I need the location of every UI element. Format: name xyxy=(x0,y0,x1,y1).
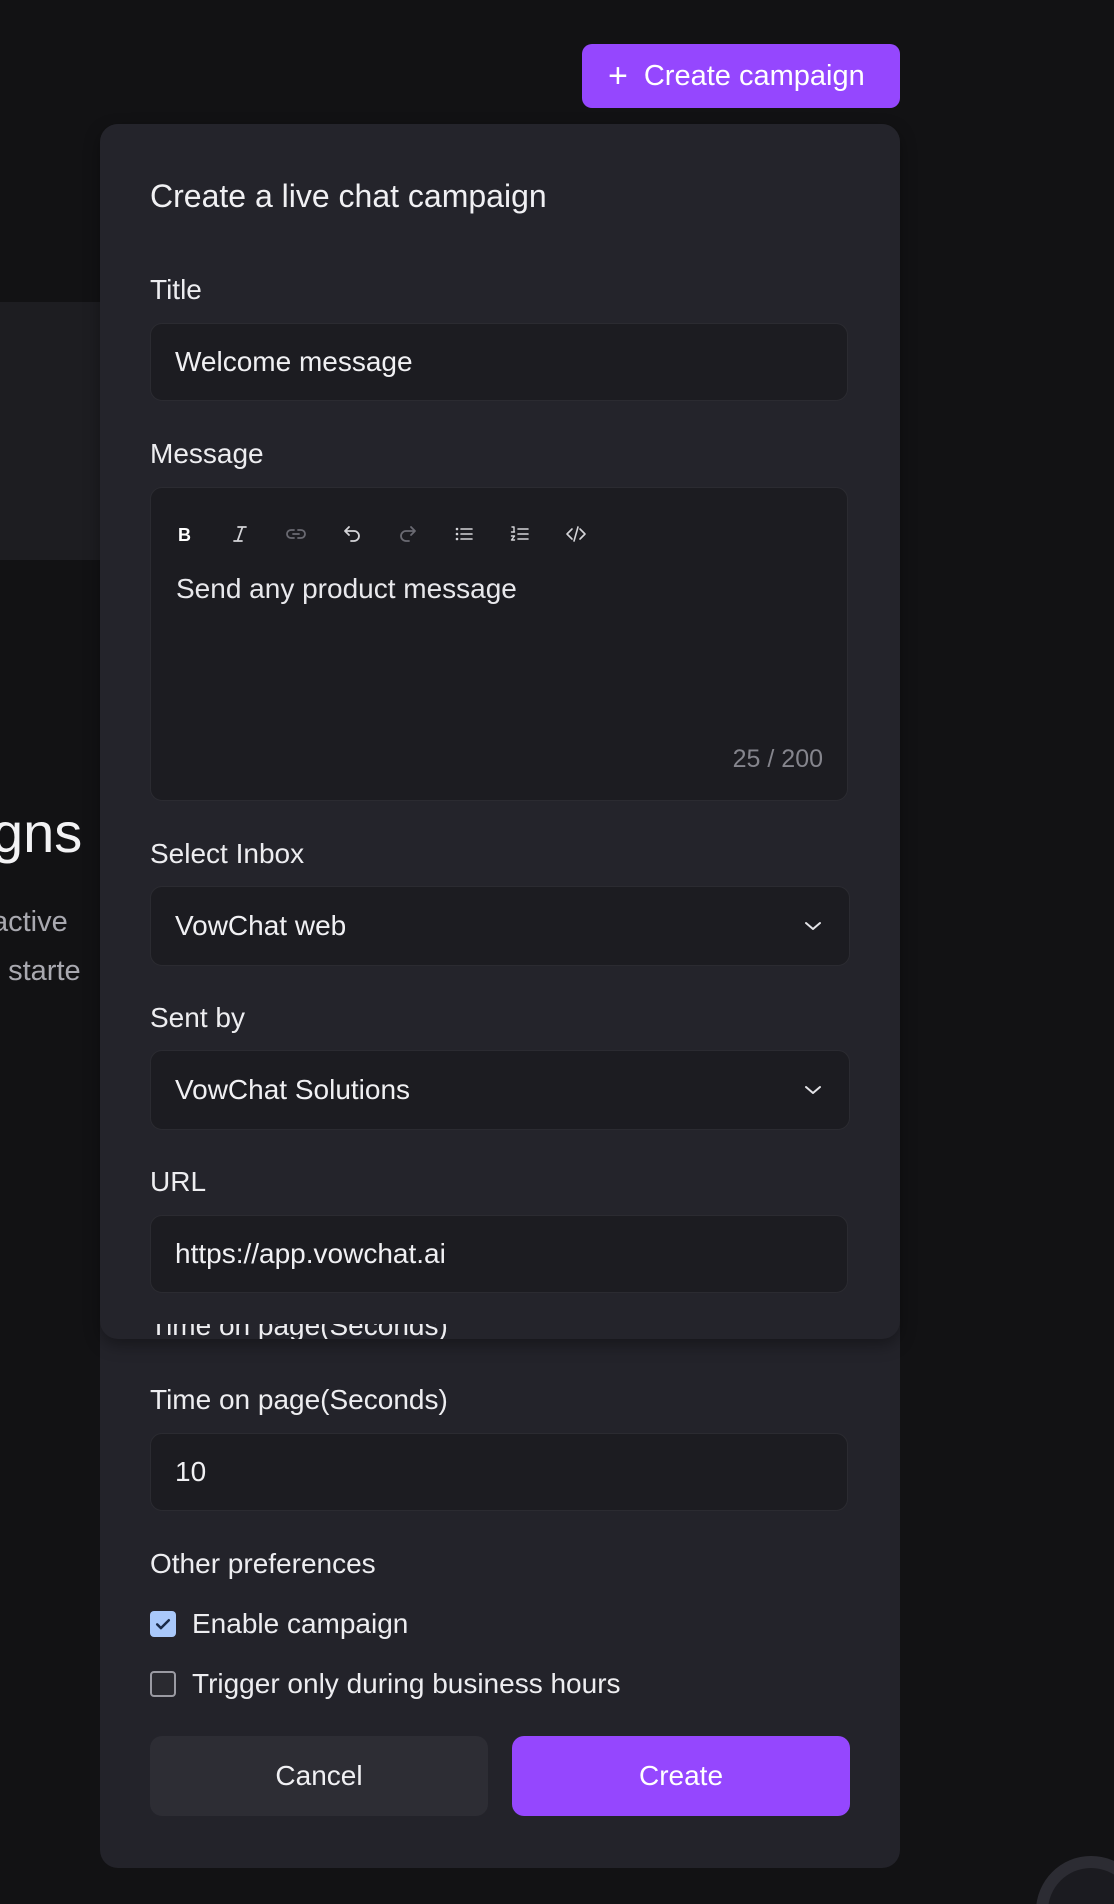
background-panel xyxy=(0,302,100,560)
italic-icon[interactable] xyxy=(226,520,254,548)
message-text: Send any product message xyxy=(176,573,517,604)
title-input[interactable]: Welcome message xyxy=(150,323,848,401)
chat-widget-icon xyxy=(1048,1868,1114,1904)
inbox-select-value: VowChat web xyxy=(175,910,347,941)
other-preferences-label: Other preferences xyxy=(150,1548,376,1579)
time-on-page-label-clipped: Time on page(Seconds) xyxy=(150,1324,448,1339)
ordered-list-icon[interactable] xyxy=(506,520,534,548)
code-icon[interactable] xyxy=(562,520,590,548)
enable-campaign-checkbox[interactable] xyxy=(150,1611,176,1637)
chat-widget-button[interactable] xyxy=(1036,1856,1114,1904)
business-hours-label[interactable]: Trigger only during business hours xyxy=(192,1668,621,1700)
bullet-list-icon[interactable] xyxy=(450,520,478,548)
url-label: URL xyxy=(150,1166,207,1197)
background-description-line: active xyxy=(0,906,68,938)
create-campaign-label: Create campaign xyxy=(643,59,865,92)
create-button[interactable]: Create xyxy=(512,1736,850,1816)
time-on-page-input[interactable]: 10 xyxy=(150,1433,848,1511)
title-label: Title xyxy=(150,274,202,305)
inbox-label: Select Inbox xyxy=(150,838,305,869)
chevron-down-icon xyxy=(805,1086,821,1094)
inbox-select[interactable]: VowChat web xyxy=(150,886,850,966)
chevron-down-icon xyxy=(805,922,821,930)
sent-by-select-value: VowChat Solutions xyxy=(175,1074,411,1105)
modal-title: Create a live chat campaign xyxy=(150,178,547,214)
bold-icon[interactable]: B xyxy=(170,520,198,548)
background-description: active t starte xyxy=(0,898,81,996)
link-icon[interactable] xyxy=(282,520,310,548)
sent-by-select[interactable]: VowChat Solutions xyxy=(150,1050,850,1130)
url-input[interactable]: https://app.vowchat.ai xyxy=(150,1215,848,1293)
undo-icon[interactable] xyxy=(338,520,366,548)
cancel-button[interactable]: Cancel xyxy=(150,1736,488,1816)
svg-text:B: B xyxy=(178,525,191,545)
sent-by-label: Sent by xyxy=(150,1002,245,1033)
message-label: Message xyxy=(150,438,264,469)
plus-icon: + xyxy=(608,57,628,95)
enable-campaign-label[interactable]: Enable campaign xyxy=(192,1608,408,1640)
time-on-page-label: Time on page(Seconds) xyxy=(150,1384,448,1415)
app-root: gns a active t starte + Create campaign … xyxy=(0,0,1114,1904)
business-hours-checkbox[interactable] xyxy=(150,1671,176,1697)
check-icon xyxy=(155,1619,171,1630)
message-character-count: 25 / 200 xyxy=(732,745,823,773)
background-description-line: t starte xyxy=(0,955,81,987)
create-campaign-button[interactable]: + Create campaign xyxy=(582,44,900,108)
redo-icon[interactable] xyxy=(394,520,422,548)
time-on-page-label-clipped-text: Time on page(Seconds) xyxy=(150,1324,448,1339)
